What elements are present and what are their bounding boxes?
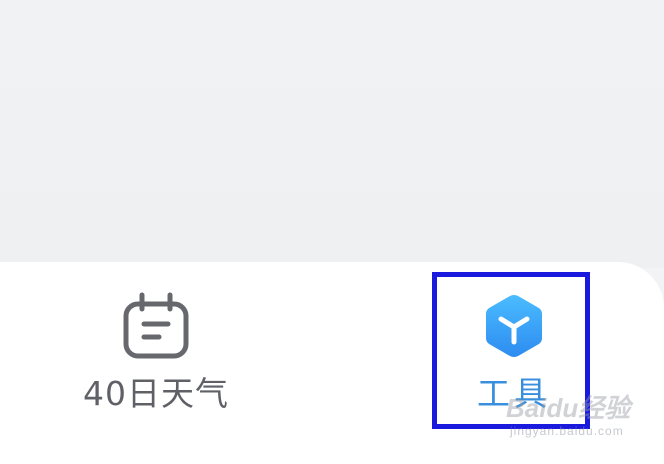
watermark-brand: Baidu经验 (506, 393, 631, 423)
calendar-icon (123, 292, 189, 359)
watermark-url: jingyan.baidu.com (510, 424, 624, 438)
tab-40-day-weather[interactable]: 40日天气 (70, 262, 242, 413)
content-area (0, 0, 664, 268)
cube-icon (486, 295, 542, 357)
tab-label: 40日天气 (83, 374, 229, 413)
watermark: Baidu经验 jingyan.baidu.com (506, 388, 656, 448)
